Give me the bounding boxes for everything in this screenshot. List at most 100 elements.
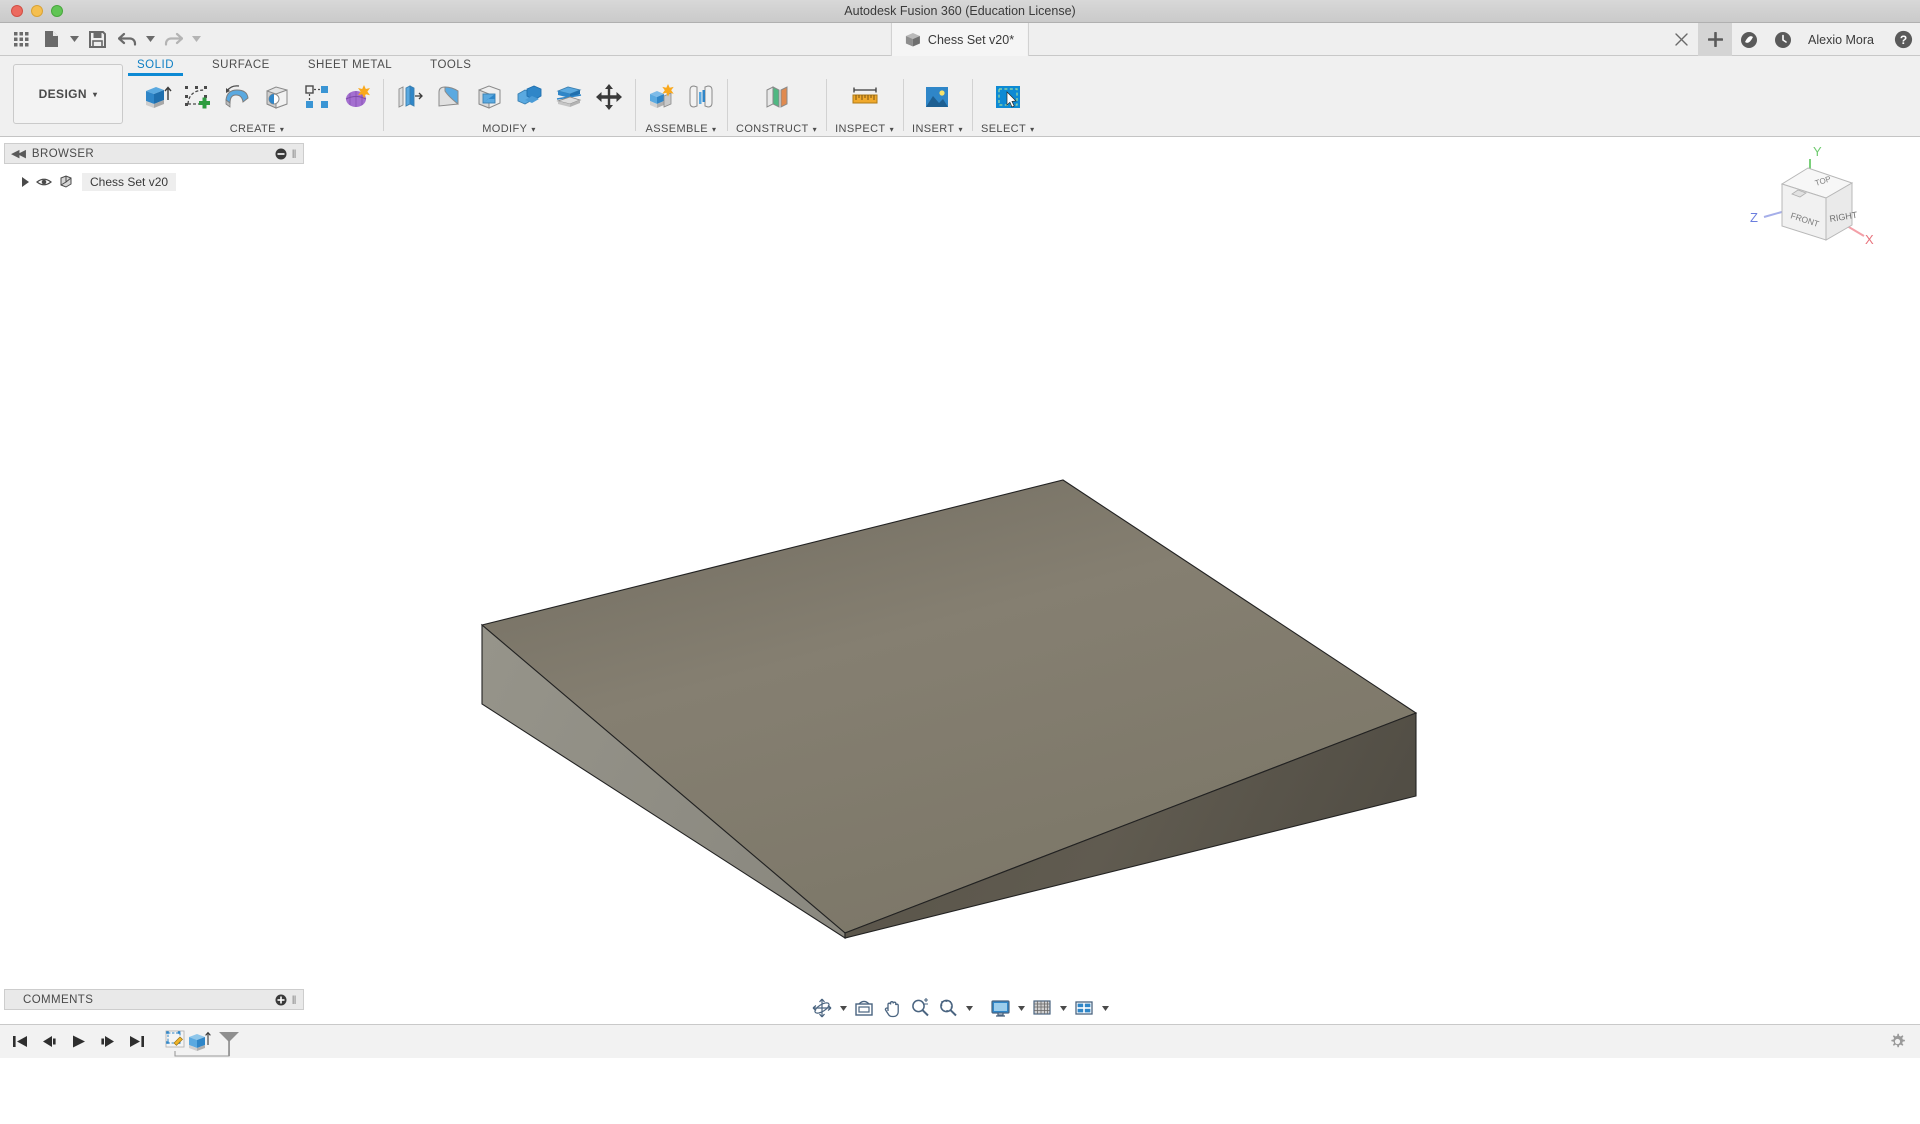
close-window-button[interactable] (11, 5, 23, 17)
joint-tool[interactable] (684, 80, 718, 114)
app-grid-button[interactable] (6, 25, 36, 53)
timeline-end-marker[interactable] (219, 1032, 239, 1056)
grid-snaps-button[interactable] (1029, 995, 1055, 1021)
panel-resize-handle[interactable]: ‖ (292, 147, 297, 161)
fit-button[interactable] (935, 995, 961, 1021)
workspace-switcher-button[interactable]: DESIGN ▾ (13, 64, 123, 124)
extensions-button[interactable] (1766, 23, 1800, 56)
viewports-button[interactable] (1071, 995, 1097, 1021)
ribbon-group-inspect: INSPECT ▾ (826, 77, 903, 135)
minus-circle-icon[interactable] (275, 148, 287, 160)
document-tab[interactable]: Chess Set v20* (891, 23, 1029, 56)
create-sketch-tool[interactable] (180, 80, 214, 114)
modify-group-label[interactable]: MODIFY ▾ (482, 123, 536, 135)
skip-end-icon (128, 1034, 145, 1049)
construct-group-label[interactable]: CONSTRUCT ▾ (736, 123, 817, 135)
create-group-label[interactable]: CREATE ▾ (230, 123, 285, 135)
file-menu-caret[interactable] (66, 25, 82, 53)
tab-solid[interactable]: SOLID (137, 59, 174, 74)
redo-button[interactable] (158, 25, 188, 53)
undo-history-caret[interactable] (142, 25, 158, 53)
modify-tools (392, 77, 626, 115)
grid-snaps-caret[interactable] (1057, 995, 1069, 1021)
display-settings-button[interactable] (987, 995, 1013, 1021)
chevron-down-icon (1060, 1006, 1067, 1011)
assemble-group-label[interactable]: ASSEMBLE ▾ (646, 123, 717, 135)
move-copy-tool[interactable] (592, 80, 626, 114)
panel-resize-handle[interactable]: ‖ (292, 993, 297, 1007)
display-settings-caret[interactable] (1015, 995, 1027, 1021)
cube-icon (905, 32, 921, 48)
new-component-tool[interactable] (644, 80, 678, 114)
triangle-right-icon[interactable] (22, 177, 29, 187)
fillet-tool[interactable] (432, 80, 466, 114)
split-face-tool[interactable] (552, 80, 586, 114)
view-cube[interactable]: Y X Z TOP FRONT RIGHT (1742, 136, 1892, 266)
construction-plane-tool[interactable] (760, 80, 794, 114)
timeline-go-to-beginning[interactable] (8, 1029, 33, 1055)
redo-history-caret[interactable] (188, 25, 204, 53)
collapse-left-icon[interactable]: ◀◀ (11, 147, 24, 160)
plus-circle-icon[interactable] (275, 994, 287, 1006)
chevron-down-icon (192, 36, 201, 42)
tab-sheet-metal[interactable]: SHEET METAL (308, 59, 392, 74)
orbit-button[interactable] (809, 995, 835, 1021)
comments-panel-title: COMMENTS (23, 994, 93, 1006)
select-group-label[interactable]: SELECT ▾ (981, 123, 1035, 135)
save-button[interactable] (82, 25, 112, 53)
svg-text:?: ? (1899, 33, 1906, 47)
user-account-name[interactable]: Alexio Mora (1800, 33, 1886, 47)
form-icon (342, 82, 372, 112)
timeline-play[interactable] (66, 1029, 91, 1055)
press-pull-tool[interactable] (392, 80, 426, 114)
rectangular-pattern-tool[interactable] (300, 80, 334, 114)
zoom-button[interactable] (907, 995, 933, 1021)
minimize-window-button[interactable] (31, 5, 43, 17)
model-body[interactable] (482, 480, 1416, 938)
pan-button[interactable] (879, 995, 905, 1021)
orbit-caret[interactable] (837, 995, 849, 1021)
viewport-3d[interactable] (0, 138, 1920, 1124)
top-toolbar: Chess Set v20* (0, 23, 1920, 56)
browser-root-label[interactable]: Chess Set v20 (82, 173, 176, 191)
timeline-step-forward[interactable] (95, 1029, 120, 1055)
insert-image-tool[interactable] (920, 80, 954, 114)
insert-group-label[interactable]: INSERT ▾ (912, 123, 963, 135)
select-tool[interactable] (991, 80, 1025, 114)
browser-panel-title: BROWSER (32, 148, 94, 160)
timeline-step-back[interactable] (37, 1029, 62, 1055)
comments-panel-header: COMMENTS ‖ (4, 989, 304, 1010)
new-tab-button[interactable] (1698, 23, 1732, 56)
timeline-go-to-end[interactable] (124, 1029, 149, 1055)
model-top-face[interactable] (482, 480, 1416, 933)
form-tool[interactable] (340, 80, 374, 114)
tab-tools[interactable]: TOOLS (430, 59, 471, 74)
extrude-tool[interactable] (140, 80, 174, 114)
eye-icon[interactable] (36, 176, 52, 188)
maximize-window-button[interactable] (51, 5, 63, 17)
undo-button[interactable] (112, 25, 142, 53)
browser-root-node[interactable]: Chess Set v20 (4, 170, 304, 194)
file-button[interactable] (36, 25, 66, 53)
hole-tool[interactable] (260, 80, 294, 114)
fit-caret[interactable] (963, 995, 975, 1021)
viewports-caret[interactable] (1099, 995, 1111, 1021)
measure-tool[interactable] (848, 80, 882, 114)
step-forward-icon (99, 1034, 116, 1049)
shell-tool[interactable] (472, 80, 506, 114)
document-tab-close-button[interactable] (1664, 23, 1698, 56)
look-at-button[interactable] (851, 995, 877, 1021)
inspect-group-label[interactable]: INSPECT ▾ (835, 123, 894, 135)
timeline-settings-button[interactable] (1889, 1033, 1920, 1050)
hole-icon (262, 82, 292, 112)
job-status-button[interactable] (1732, 23, 1766, 56)
revolve-tool[interactable] (220, 80, 254, 114)
extrude-icon (142, 82, 172, 112)
help-button[interactable]: ? (1886, 23, 1920, 56)
timeline-feature-sketch (166, 1031, 184, 1047)
tab-surface[interactable]: SURFACE (212, 59, 270, 74)
clock-icon (1774, 31, 1792, 49)
svg-text:Y: Y (1813, 144, 1822, 159)
monitor-icon (990, 998, 1011, 1018)
combine-tool[interactable] (512, 80, 546, 114)
